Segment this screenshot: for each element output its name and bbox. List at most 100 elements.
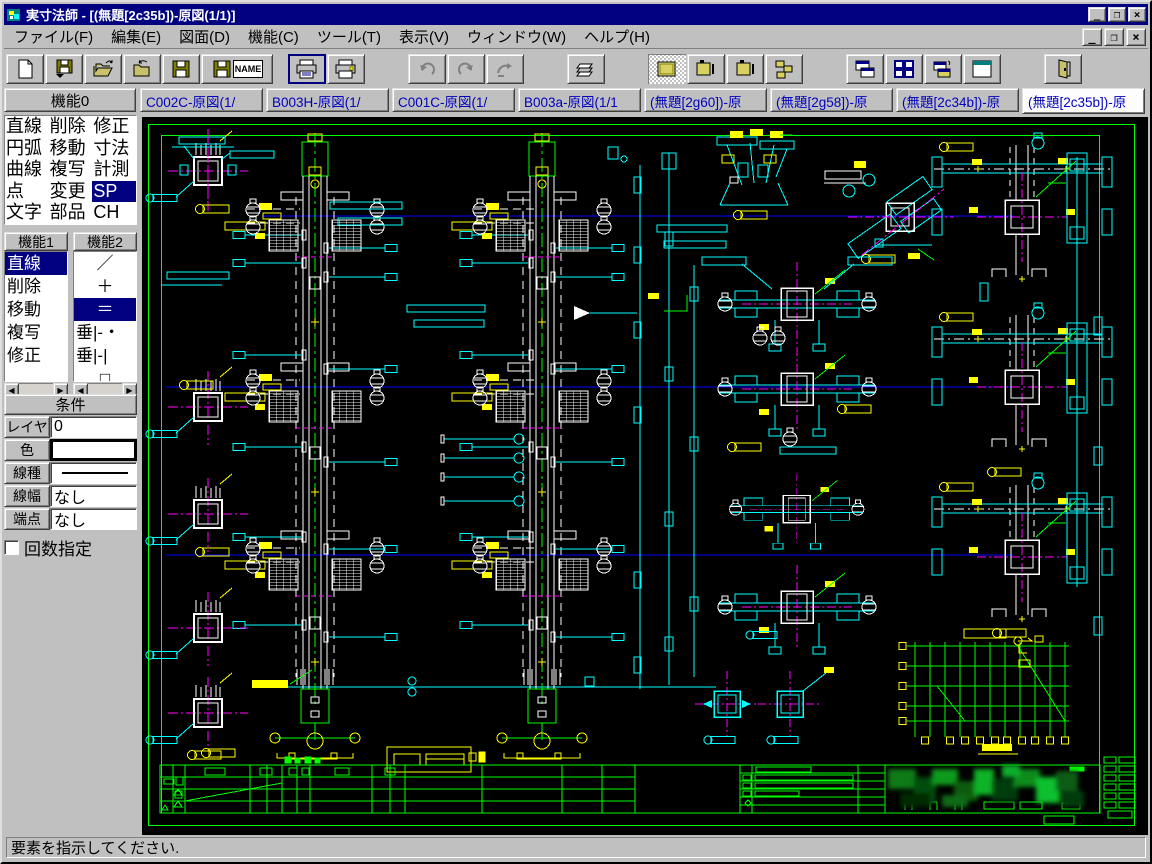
func0-item-move[interactable]: 移動 [49,138,93,160]
func0-item-dimension[interactable]: 寸法 [92,138,136,160]
new-drawing-button[interactable] [6,54,44,84]
panel-func0-title: 機能0 [50,92,90,110]
tab-document-4[interactable]: B003a-原図(1/1 [518,88,641,112]
new-window-icon [972,60,992,78]
menu-view[interactable]: 表示(V) [393,24,461,49]
view-multi-button[interactable] [765,54,803,84]
menu-bar: ファイル(F) 編集(E) 図面(D) 機能(C) ツール(T) 表示(V) ウ… [4,25,1148,49]
func1-item-line-selected[interactable]: 直線 [5,252,67,275]
menu-drawing[interactable]: 図面(D) [173,24,242,49]
menu-function[interactable]: 機能(C) [242,24,311,49]
mdi-window-buttons: _ ❐ × [1080,27,1148,46]
func0-item-line[interactable]: 直線 [5,116,49,138]
func0-item-sp-selected[interactable]: SP [92,180,136,203]
close-icon: × [1133,8,1141,21]
func2-item-parallel-selected[interactable]: ＝ [74,298,136,321]
panel-func1-title: 機能1 [18,233,54,250]
func0-item-point[interactable]: 点 [5,181,49,203]
endpoint-value-field[interactable]: なし [50,508,137,530]
toolbar: NAME [4,50,1148,88]
panel-func0-list: 直線 削除 修正 円弧 移動 寸法 曲線 複写 計測 点 変更 SP 文字 部品… [4,115,137,225]
open-drawing-button[interactable] [84,54,122,84]
drawing-canvas[interactable] [142,117,1148,835]
func0-item-arc[interactable]: 円弧 [5,138,49,160]
menu-help[interactable]: ヘルプ(H) [578,24,662,49]
cascade-windows-button[interactable] [846,54,884,84]
view-full-button[interactable] [648,54,686,84]
func0-item-change[interactable]: 変更 [49,181,93,203]
save-as-button[interactable]: NAME [201,54,273,84]
save-all-button[interactable] [45,54,83,84]
tab-document-8-active[interactable]: (無題[2c35b])-原 [1022,88,1145,114]
menu-file[interactable]: ファイル(F) [8,24,105,49]
endpoint-label-button[interactable]: 端点 [4,508,50,530]
mdi-minimize-button[interactable]: _ [1082,27,1102,46]
close-folder-icon [133,59,150,77]
tab-document-7[interactable]: (無題[2c34b])-原 [896,88,1019,112]
condition-endpoint-row: 端点 なし [4,508,137,530]
func2-item-plus[interactable]: ＋ [74,275,136,298]
func0-item-ch[interactable]: CH [92,202,136,224]
func1-item-copy[interactable]: 複写 [5,321,67,344]
func0-item-copy[interactable]: 複写 [49,159,93,181]
print-setup-button[interactable] [327,54,365,84]
save-icon [172,60,190,78]
mdi-restore-icon: ❐ [1110,29,1118,44]
undo-button[interactable] [408,54,446,84]
func0-item-delete[interactable]: 削除 [49,116,93,138]
menu-window[interactable]: ウィンドウ(W) [461,24,578,49]
func1-item-modify[interactable]: 修正 [5,344,67,367]
view-right-button[interactable] [726,54,764,84]
repeat-count-checkbox[interactable] [4,540,19,555]
layer-value-field[interactable]: 0 [50,416,137,438]
redo-all-icon [497,63,512,77]
menu-tools[interactable]: ツール(T) [311,24,393,49]
func2-item-perpendicular-1[interactable]: 垂|-・ [74,321,136,344]
minimize-button[interactable]: _ [1088,7,1106,22]
save-as-name-label: NAME [232,60,264,78]
linetype-value-field[interactable] [50,462,137,484]
tab-document-3[interactable]: C001C-原図(1/ [392,88,515,112]
close-button[interactable]: × [1128,7,1146,22]
func0-item-text[interactable]: 文字 [5,202,49,224]
linewidth-label-button[interactable]: 線幅 [4,485,50,507]
linetype-label-button[interactable]: 線種 [4,462,50,484]
print-button[interactable] [288,54,326,84]
restore-button[interactable]: ❐ [1108,7,1126,22]
func0-item-part[interactable]: 部品 [49,202,93,224]
arrange-windows-button[interactable] [924,54,962,84]
func0-item-modify[interactable]: 修正 [92,116,136,138]
tile-windows-button[interactable] [885,54,923,84]
panel-func2: 機能2 ／ ＋ ＝ 垂|-・ 垂|-| □ ◀ ▶ [73,232,137,398]
mdi-close-button[interactable]: × [1126,27,1146,46]
redo-button[interactable] [447,54,485,84]
panel-func1: 機能1 直線 削除 移動 複写 修正 ◀ ▶ [4,232,68,398]
view-full-icon [657,61,676,77]
func2-item-rectangle[interactable]: □ [74,367,136,381]
func1-item-delete[interactable]: 削除 [5,275,67,298]
new-window-button[interactable] [963,54,1001,84]
redo-all-button[interactable] [486,54,524,84]
mdi-restore-button[interactable]: ❐ [1104,27,1124,46]
func2-item-diagonal[interactable]: ／ [74,252,136,275]
tab-document-6[interactable]: (無題[2g58])-原 [770,88,893,112]
view-left-button[interactable] [687,54,725,84]
layer-label-button[interactable]: レイヤ [4,416,50,438]
func1-item-move[interactable]: 移動 [5,298,67,321]
tab-document-5[interactable]: (無題[2g60])-原 [644,88,767,112]
close-drawing-button[interactable] [123,54,161,84]
save-button[interactable] [162,54,200,84]
menu-edit[interactable]: 編集(E) [105,24,173,49]
exit-button[interactable] [1044,54,1082,84]
func2-item-perpendicular-2[interactable]: 垂|-| [74,344,136,367]
tab-document-1[interactable]: C002C-原図(1/ [140,88,263,112]
tab-document-2[interactable]: B003H-原図(1/ [266,88,389,112]
view-right-icon [736,60,754,76]
func0-item-curve[interactable]: 曲線 [5,159,49,181]
func0-item-measure[interactable]: 計測 [92,159,136,181]
color-label-button[interactable]: 色 [4,439,50,461]
linetype-sample [62,472,128,474]
layer-settings-button[interactable] [567,54,605,84]
linewidth-value-field[interactable]: なし [50,485,137,507]
color-swatch[interactable] [50,439,137,461]
